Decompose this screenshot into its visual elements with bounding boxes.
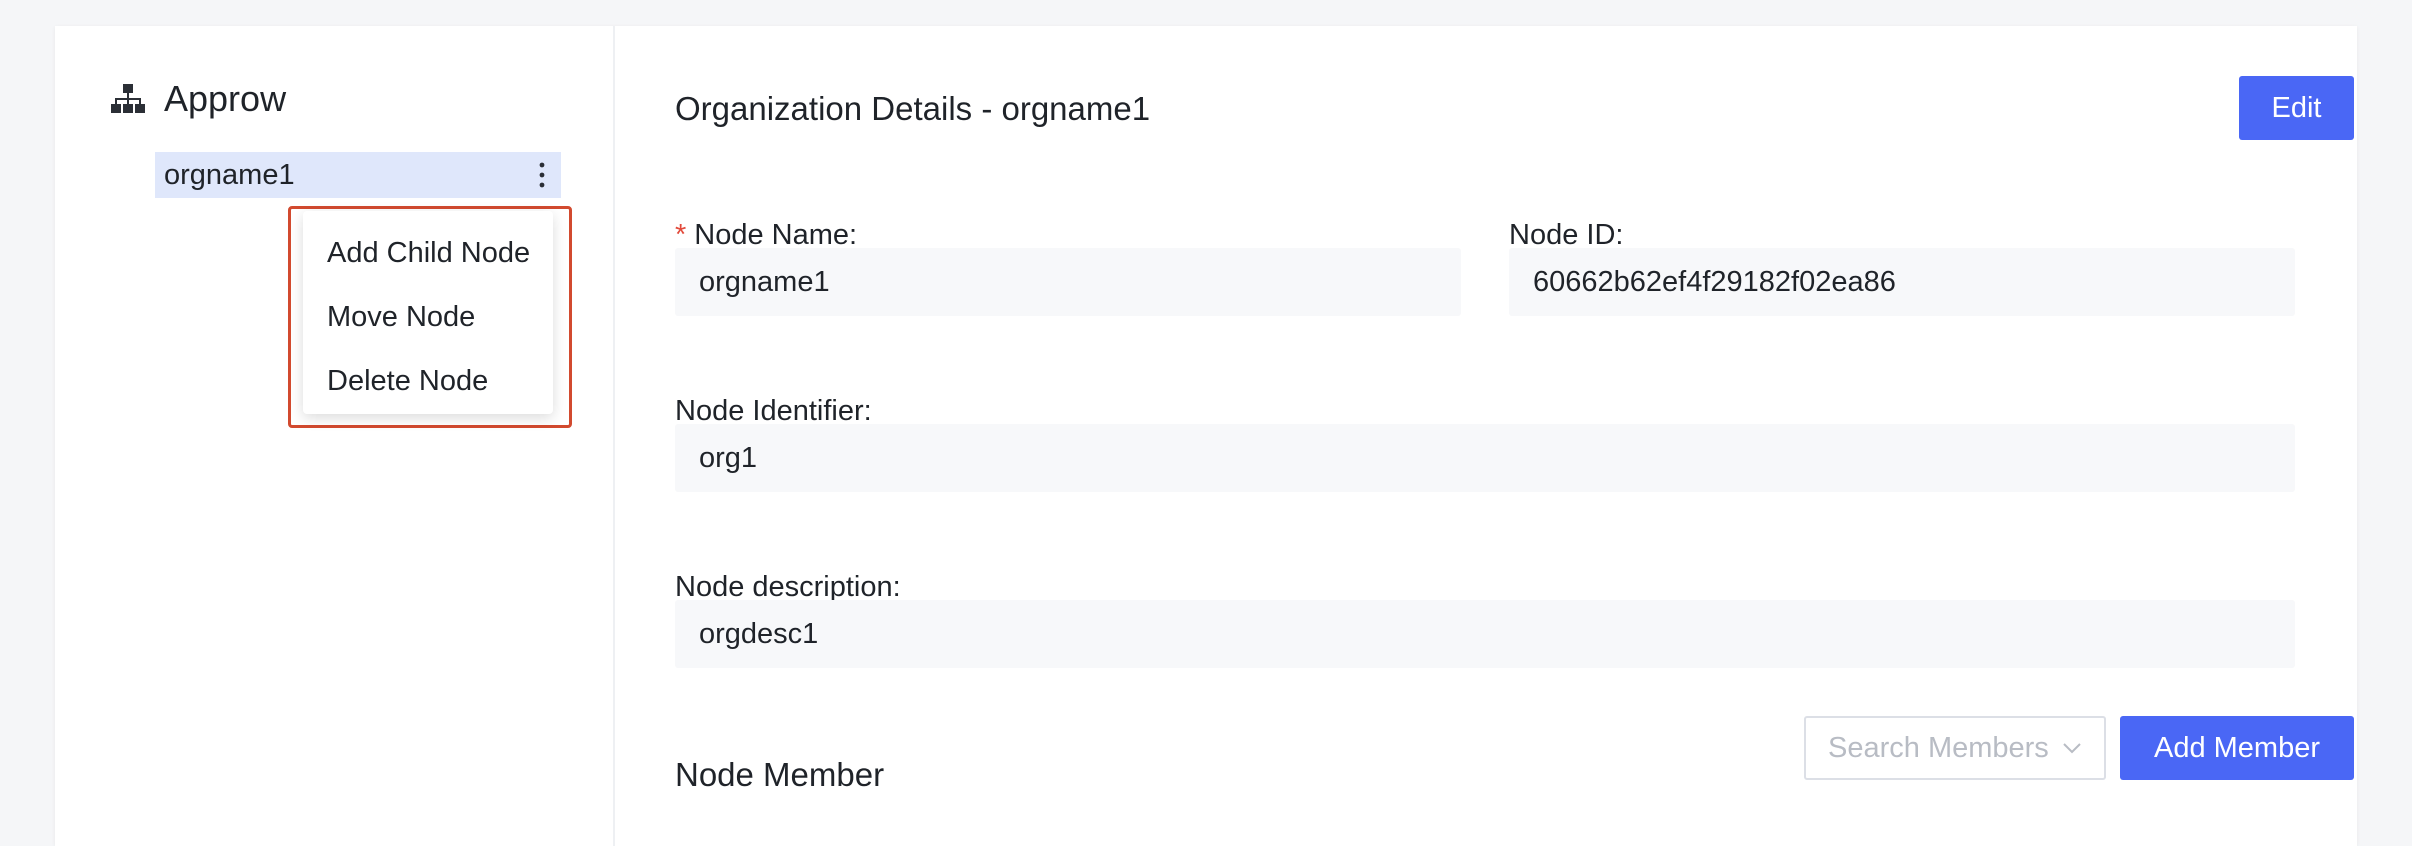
add-member-button[interactable]: Add Member (2120, 716, 2354, 780)
organization-details-panel: Organization Details - orgname1 Edit * No… (615, 26, 2357, 846)
tree-root[interactable]: Approw (110, 78, 286, 120)
org-tree-panel: Approw orgname1 Add Child Node Move Node… (55, 26, 615, 846)
page-title: Organization Details - orgname1 (675, 90, 1151, 127)
node-description-value: orgdesc1 (699, 617, 819, 650)
node-description-field[interactable]: orgdesc1 (675, 600, 2295, 668)
menu-item-add-child-node[interactable]: Add Child Node (303, 221, 553, 285)
node-context-menu: Add Child Node Move Node Delete Node (303, 211, 553, 414)
tree-node-label: orgname1 (164, 158, 295, 191)
menu-item-move-node[interactable]: Move Node (303, 285, 553, 349)
node-identifier-value: org1 (699, 441, 758, 474)
menu-item-delete-node[interactable]: Delete Node (303, 349, 553, 413)
search-members-placeholder: Search Members (1828, 731, 2049, 764)
organization-card: Approw orgname1 Add Child Node Move Node… (55, 26, 2357, 846)
chevron-down-icon (2063, 743, 2081, 754)
edit-button[interactable]: Edit (2239, 76, 2354, 140)
node-name-label-text: Node Name: (694, 219, 858, 251)
node-name-field[interactable]: orgname1 (675, 248, 1461, 316)
node-name-value: orgname1 (699, 265, 830, 298)
required-mark: * (675, 219, 687, 251)
node-identifier-field[interactable]: org1 (675, 424, 2295, 492)
org-tree-icon (111, 84, 145, 113)
tree-root-label: Approw (164, 78, 287, 119)
tree-node-orgname1[interactable]: orgname1 (155, 152, 561, 198)
search-members-select[interactable]: Search Members (1804, 716, 2106, 780)
node-id-field[interactable]: 60662b62ef4f29182f02ea86 (1509, 248, 2295, 316)
node-id-value: 60662b62ef4f29182f02ea86 (1533, 265, 1896, 298)
node-member-title: Node Member (675, 756, 885, 793)
vertical-ellipsis-icon[interactable] (533, 160, 551, 190)
